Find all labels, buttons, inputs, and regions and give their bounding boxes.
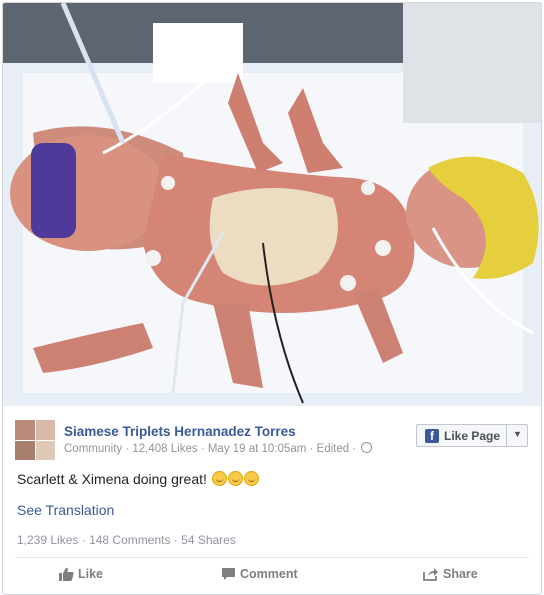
- meta-edited[interactable]: Edited: [317, 443, 350, 455]
- comment-label: Comment: [240, 567, 298, 581]
- post-meta: Community · 12,408 Likes · May 19 at 10:…: [64, 442, 373, 455]
- post-stats: 1,239 Likes · 148 Comments · 54 Shares: [17, 533, 236, 547]
- like-page-button[interactable]: f Like Page ▼: [416, 424, 528, 447]
- share-arrow-icon: [423, 568, 438, 581]
- meta-time[interactable]: May 19 at 10:05am: [208, 443, 306, 455]
- meta-separator: ·: [309, 443, 317, 455]
- smiley-emoji-icon: [227, 471, 243, 486]
- page-name-link[interactable]: Siamese Triplets Hernanadez Torres: [64, 424, 296, 439]
- meta-separator: ·: [352, 443, 360, 455]
- like-label: Like: [78, 567, 104, 581]
- caret-down-icon[interactable]: ▼: [513, 429, 522, 439]
- shares-count[interactable]: 54 Shares: [181, 533, 236, 547]
- share-label: Share: [443, 567, 478, 581]
- message-text: Scarlett & Ximena doing great!: [17, 471, 207, 487]
- post-header: Siamese Triplets Hernanadez Torres Commu…: [3, 406, 541, 466]
- smiley-emoji-icon: [243, 471, 259, 486]
- smiley-emoji-icon: [211, 471, 227, 486]
- button-divider: [506, 425, 507, 446]
- post-card: Siamese Triplets Hernanadez Torres Commu…: [2, 2, 542, 595]
- thumbs-up-icon: [59, 567, 74, 581]
- like-page-label: Like Page: [444, 429, 501, 443]
- likes-count[interactable]: 1,239 Likes: [17, 533, 78, 547]
- comments-count[interactable]: 148 Comments: [89, 533, 170, 547]
- facebook-logo-icon: f: [425, 429, 439, 443]
- comment-button[interactable]: Comment: [221, 567, 298, 581]
- speech-bubble-icon: [222, 568, 235, 580]
- meta-category: Community: [64, 443, 123, 455]
- see-translation-link[interactable]: See Translation: [17, 502, 114, 518]
- stats-separator: ·: [81, 533, 90, 547]
- meta-separator: ·: [200, 443, 208, 455]
- share-button[interactable]: Share: [423, 567, 478, 581]
- action-bar: Like Comment Share: [3, 563, 541, 593]
- page-avatar[interactable]: [15, 420, 55, 460]
- divider: [15, 557, 529, 558]
- globe-icon: [361, 442, 373, 453]
- like-button[interactable]: Like: [59, 567, 103, 581]
- post-message: Scarlett & Ximena doing great!: [17, 471, 259, 487]
- photo-illustration: [3, 3, 541, 406]
- post-photo[interactable]: [3, 3, 541, 406]
- meta-likes: 12,408 Likes: [132, 443, 198, 455]
